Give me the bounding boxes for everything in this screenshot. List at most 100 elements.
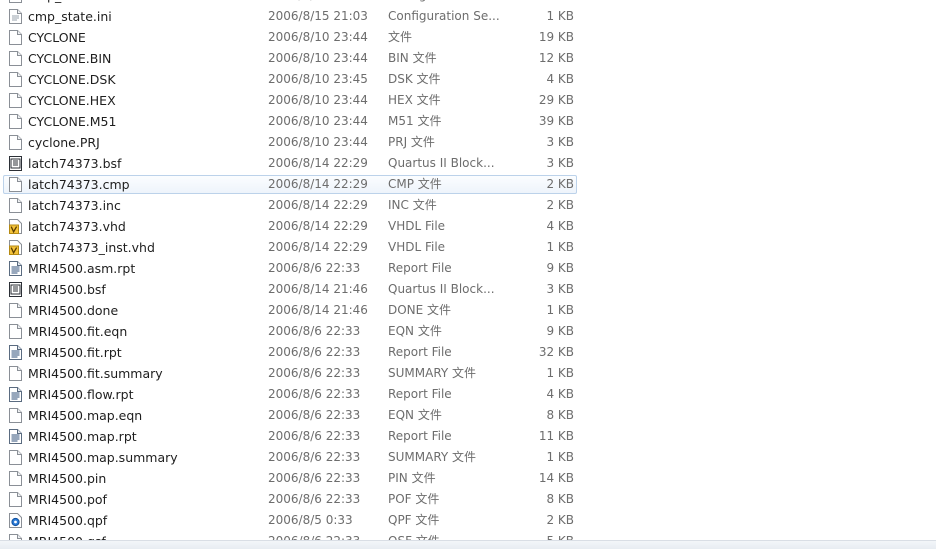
file-date-modified: 2006/8/14 21:46 (268, 282, 368, 296)
file-icon-cell (9, 216, 25, 237)
file-size: 3 KB (546, 282, 574, 296)
file-icon-cell (9, 405, 25, 426)
file-row[interactable]: latch74373.bsf 2006/8/14 22:29 Quartus II … (0, 153, 936, 174)
file-icon-cell (9, 258, 25, 279)
file-name: latch74373.inc (28, 198, 121, 213)
file-icon-cell (9, 174, 25, 195)
file-size: 8 KB (546, 492, 574, 506)
file-size: 9 KB (546, 324, 574, 338)
file-name: latch74373.bsf (28, 156, 122, 171)
file-type: BIN 文件 (388, 51, 437, 65)
file-row[interactable]: MRI4500.pin 2006/8/6 22:33 PIN 文件 14 KB (0, 468, 936, 489)
blank-file-icon (9, 177, 22, 192)
blank-file-icon (9, 114, 22, 129)
file-name: latch74373_inst.vhd (28, 240, 155, 255)
file-row[interactable]: latch74373_inst.vhd 2006/8/14 22:29 VHDL F… (0, 237, 936, 258)
file-size: 4 KB (546, 72, 574, 86)
file-name: latch74373.cmp (28, 177, 130, 192)
file-row[interactable]: MRI4500.bsf 2006/8/14 21:46 Quartus II Blo… (0, 279, 936, 300)
file-type: DONE 文件 (388, 303, 452, 317)
file-date-modified: 2006/8/6 22:33 (268, 450, 361, 464)
blank-file-icon (9, 366, 22, 381)
blank-file-icon (9, 450, 22, 465)
vhdl-file-icon (9, 240, 22, 255)
file-size: 1 KB (546, 366, 574, 380)
file-size: 3 KB (546, 156, 574, 170)
file-row[interactable]: MRI4500.flow.rpt 2006/8/6 22:33 Report Fil… (0, 384, 936, 405)
file-date-modified: 2006/8/6 22:33 (268, 261, 361, 275)
file-size: 3 KB (546, 135, 574, 149)
file-row[interactable]: CYCLONE.DSK 2006/8/10 23:45 DSK 文件 4 KB (0, 69, 936, 90)
file-row[interactable]: MRI4500.map.rpt 2006/8/6 22:33 Report File… (0, 426, 936, 447)
file-size: 39 KB (538, 114, 574, 128)
file-type: PRJ 文件 (388, 135, 435, 149)
file-date-modified: 2006/8/14 22:29 (268, 156, 368, 170)
file-row[interactable]: CYCLONE.HEX 2006/8/10 23:44 HEX 文件 29 KB (0, 90, 936, 111)
file-icon-cell (9, 195, 25, 216)
file-row[interactable]: cyclone.PRJ 2006/8/10 23:44 PRJ 文件 3 KB (0, 132, 936, 153)
file-row[interactable]: MRI4500.map.eqn 2006/8/6 22:33 EQN 文件 8 KB (0, 405, 936, 426)
file-type: Quartus II Block... (388, 156, 495, 170)
file-row[interactable]: MRI4500.done 2006/8/14 21:46 DONE 文件 1 KB (0, 300, 936, 321)
file-icon-cell (9, 510, 25, 531)
file-icon-cell (9, 153, 25, 174)
file-row[interactable]: MRI4500.asm.rpt 2006/8/6 22:33 Report File… (0, 258, 936, 279)
file-date-modified: 2006/8/14 22:29 (268, 198, 368, 212)
file-icon-cell (9, 384, 25, 405)
file-type: Report File (388, 387, 452, 401)
file-size: 11 KB (538, 429, 574, 443)
report-file-icon (9, 429, 22, 444)
file-row[interactable]: latch74373.cmp 2006/8/14 22:29 CMP 文件 2 KB (0, 174, 936, 195)
file-icon-cell (9, 342, 25, 363)
file-size: 2 KB (546, 513, 574, 527)
file-row[interactable]: MRI4500.qpf 2006/8/5 0:33 QPF 文件 2 KB (0, 510, 936, 531)
blank-file-icon (9, 72, 22, 87)
file-type: Report File (388, 345, 452, 359)
report-file-icon (9, 387, 22, 402)
file-type: SUMMARY 文件 (388, 450, 477, 464)
file-name: MRI4500.pin (28, 471, 107, 486)
file-name: CYCLONE.DSK (28, 72, 116, 87)
file-row[interactable]: MRI4500.pof 2006/8/6 22:33 POF 文件 8 KB (0, 489, 936, 510)
file-icon-cell (9, 300, 25, 321)
blank-file-icon (9, 471, 22, 486)
file-name: MRI4500.flow.rpt (28, 387, 134, 402)
file-icon-cell (9, 321, 25, 342)
file-date-modified: 2006/8/15 21:03 (268, 9, 368, 23)
quartus-project-file-icon (9, 513, 22, 528)
file-size: 1 KB (546, 9, 574, 23)
file-name: CYCLONE.M51 (28, 114, 117, 129)
file-name: cmp_state.ini (28, 9, 112, 24)
file-date-modified: 2006/8/6 22:33 (268, 429, 361, 443)
report-file-icon (9, 261, 22, 276)
file-name: MRI4500.fit.rpt (28, 345, 122, 360)
file-name: cyclone.PRJ (28, 135, 100, 150)
file-type: VHDL File (388, 219, 446, 233)
file-row[interactable]: latch74373.vhd 2006/8/14 22:29 VHDL File 4 … (0, 216, 936, 237)
file-icon-cell (9, 6, 25, 27)
file-date-modified: 2006/8/6 22:33 (268, 471, 361, 485)
file-size: 4 KB (546, 387, 574, 401)
file-row[interactable]: MRI4500.fit.rpt 2006/8/6 22:33 Report File… (0, 342, 936, 363)
file-row[interactable]: latch74373.inc 2006/8/14 22:29 INC 文件 2 KB (0, 195, 936, 216)
blank-file-icon (9, 51, 22, 66)
file-row[interactable]: MRI4500.map.summary 2006/8/6 22:33 SUMMARY… (0, 447, 936, 468)
file-icon-cell (9, 27, 25, 48)
blank-file-icon (9, 408, 22, 423)
file-icon-cell (9, 132, 25, 153)
block-symbol-file-icon (9, 156, 22, 171)
file-type: INC 文件 (388, 198, 437, 212)
file-date-modified: 2006/8/10 23:44 (268, 30, 368, 44)
file-row[interactable]: MRI4500.fit.eqn 2006/8/6 22:33 EQN 文件 9 KB (0, 321, 936, 342)
file-row[interactable]: MRI4500.fit.summary 2006/8/6 22:33 SUMMARY… (0, 363, 936, 384)
file-row[interactable]: CYCLONE.M51 2006/8/10 23:44 M51 文件 39 KB (0, 111, 936, 132)
blank-file-icon (9, 93, 22, 108)
file-row[interactable]: CYCLONE.BIN 2006/8/10 23:44 BIN 文件 12 KB (0, 48, 936, 69)
file-type: M51 文件 (388, 114, 442, 128)
file-row[interactable]: CYCLONE 2006/8/10 23:44 文件 19 KB (0, 27, 936, 48)
ini-file-icon (9, 9, 22, 24)
file-row[interactable]: cmp_state.ini 2006/8/15 21:03 Configuratio… (0, 6, 936, 27)
file-size: 8 KB (546, 408, 574, 422)
file-name: MRI4500.bsf (28, 282, 106, 297)
file-name: MRI4500.pof (28, 492, 107, 507)
